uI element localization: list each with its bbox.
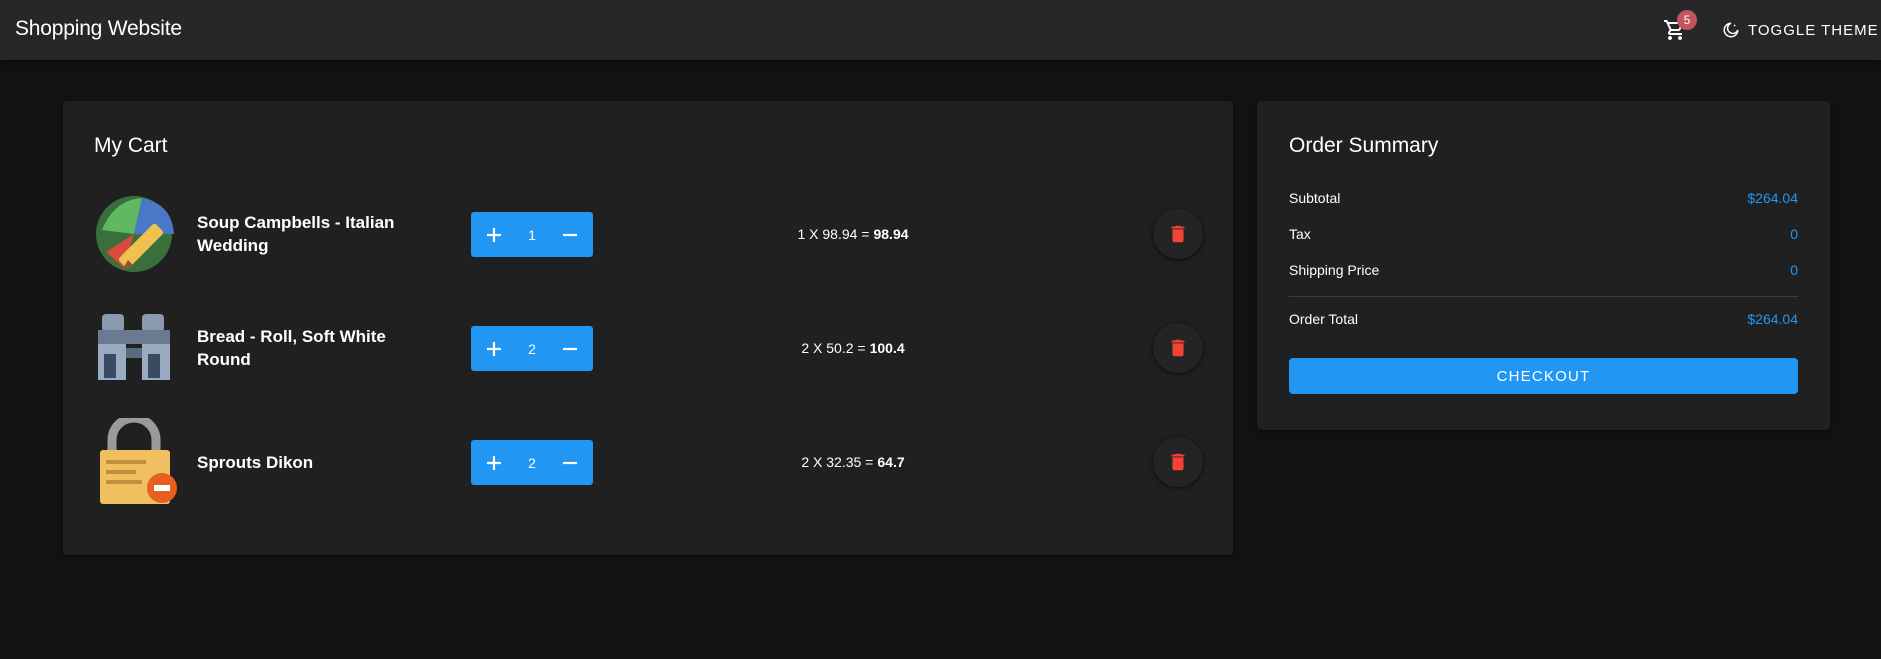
quantity-value: 2 — [528, 340, 536, 357]
quantity-stepper: 2 — [471, 440, 593, 485]
decrease-quantity-button[interactable] — [557, 450, 583, 476]
increase-quantity-button[interactable] — [481, 450, 507, 476]
line-total: 2 X 32.35 = 64.7 — [713, 415, 993, 509]
increase-quantity-button[interactable] — [481, 222, 507, 248]
cart-title: My Cart — [94, 134, 168, 157]
cart-count-badge: 5 — [1677, 10, 1697, 30]
summary-divider — [1289, 296, 1798, 297]
order-summary-card: Order Summary Subtotal $264.04 Tax 0 Shi… — [1257, 101, 1830, 430]
line-total: 2 X 50.2 = 100.4 — [713, 301, 993, 395]
order-total-label: Order Total — [1289, 311, 1358, 327]
shipping-row: Shipping Price 0 — [1289, 260, 1798, 280]
image-editor-icon — [94, 190, 182, 278]
item-name: Sprouts Dikon — [197, 452, 314, 472]
line-calc-text: 1 X 98.94 = — [797, 226, 870, 242]
plus-icon — [487, 455, 501, 470]
trash-icon — [1171, 453, 1185, 471]
subtotal-row: Subtotal $264.04 — [1289, 188, 1798, 208]
line-total-value: 100.4 — [869, 340, 905, 356]
order-summary-title: Order Summary — [1289, 134, 1439, 157]
delete-item-button[interactable] — [1153, 209, 1203, 259]
decrease-quantity-button[interactable] — [557, 222, 583, 248]
cart-item-row: Bread - Roll, Soft White Round 2 2 X 50.… — [63, 301, 1233, 395]
subtotal-value: $264.04 — [1747, 190, 1798, 206]
trash-icon — [1171, 339, 1185, 357]
trash-icon — [1171, 225, 1185, 243]
moon-icon — [1723, 22, 1739, 38]
lock-certificate-icon — [94, 413, 182, 506]
increase-quantity-button[interactable] — [481, 336, 507, 362]
quantity-stepper: 1 — [471, 212, 593, 257]
line-calc-text: 2 X 32.35 = — [801, 454, 874, 470]
delete-item-button[interactable] — [1153, 323, 1203, 373]
minus-icon — [562, 461, 577, 464]
cart-card: My Cart Soup Campbells - Italian Wedding… — [63, 101, 1233, 555]
toggle-theme-button[interactable]: TOGGLE THEME — [1722, 14, 1879, 46]
tax-row: Tax 0 — [1289, 224, 1798, 244]
order-total-value: $264.04 — [1747, 311, 1798, 327]
line-total-value: 98.94 — [873, 226, 909, 242]
quantity-value: 1 — [528, 226, 536, 243]
quantity-value: 2 — [528, 454, 536, 471]
minus-icon — [562, 347, 577, 350]
delete-item-button[interactable] — [1153, 437, 1203, 487]
tax-label: Tax — [1289, 226, 1311, 242]
line-calc-text: 2 X 50.2 = — [801, 340, 866, 356]
line-total-value: 64.7 — [877, 454, 905, 470]
binoculars-icon — [94, 304, 182, 392]
checkout-button[interactable]: CHECKOUT — [1289, 358, 1798, 394]
decrease-quantity-button[interactable] — [557, 336, 583, 362]
item-name: Bread - Roll, Soft White Round — [197, 327, 386, 369]
cart-item-row: Soup Campbells - Italian Wedding 1 1 X 9… — [63, 187, 1233, 281]
plus-icon — [487, 341, 501, 356]
item-name: Soup Campbells - Italian Wedding — [197, 213, 395, 255]
quantity-stepper: 2 — [471, 326, 593, 371]
app-title: Shopping Website — [15, 17, 182, 40]
tax-value: 0 — [1790, 226, 1798, 242]
shipping-value: 0 — [1790, 262, 1798, 278]
line-total: 1 X 98.94 = 98.94 — [713, 187, 993, 281]
order-total-row: Order Total $264.04 — [1289, 309, 1798, 329]
subtotal-label: Subtotal — [1289, 190, 1341, 206]
toggle-theme-label: TOGGLE THEME — [1748, 21, 1879, 39]
cart-button[interactable]: 5 — [1655, 10, 1697, 48]
minus-icon — [562, 233, 577, 236]
app-bar: Shopping Website 5 TOGGLE THEME — [0, 0, 1881, 60]
plus-icon — [487, 227, 501, 242]
shipping-label: Shipping Price — [1289, 262, 1380, 278]
cart-item-row: Sprouts Dikon 2 2 X 32.35 = 64.7 — [63, 413, 1233, 509]
